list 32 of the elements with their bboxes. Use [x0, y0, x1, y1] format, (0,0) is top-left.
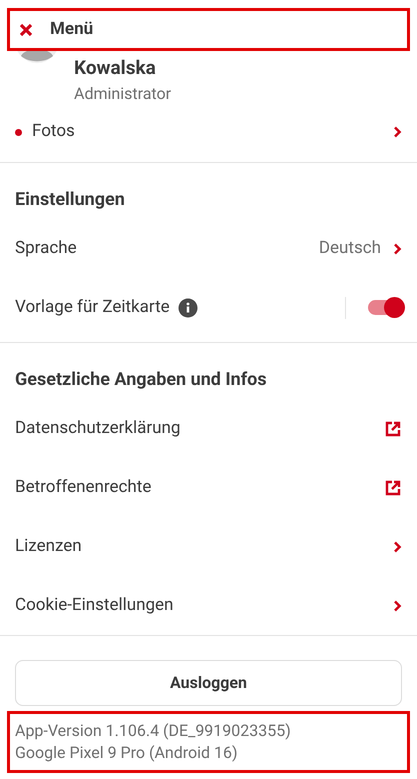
logout-button[interactable]: Ausloggen	[15, 660, 402, 706]
menu-item-label: Lizenzen	[15, 534, 82, 558]
section-heading: Einstellungen	[14, 188, 126, 212]
chevron-right-icon	[393, 600, 402, 612]
user-role: Administrator	[74, 83, 172, 105]
menu-item-label: Betroffenenrechte	[15, 476, 152, 499]
menu-item[interactable]: Datenschutzerklärung	[0, 399, 417, 458]
external-link-icon	[384, 420, 402, 438]
external-link-icon	[384, 478, 402, 496]
chevron-right-icon	[393, 540, 402, 552]
version-text: App-Version 1.106.4 (DE_9919023355)	[15, 720, 292, 742]
menu-item[interactable]: Fotos	[0, 107, 417, 157]
menu-item-value: Deutsch	[318, 236, 381, 260]
menu-item-label: Sprache	[15, 236, 77, 260]
chevron-right-icon	[393, 126, 402, 138]
chevron-right-icon	[393, 242, 402, 254]
menu-item[interactable]: Vorlage für Zeitkarte	[0, 278, 417, 337]
menu-title: Menü	[50, 18, 94, 41]
version-text: Google Pixel 9 Pro (Android 16)	[15, 742, 239, 764]
toggle-switch[interactable]	[368, 300, 402, 315]
avatar-icon	[15, 51, 59, 63]
menu-item-label: Fotos	[32, 120, 75, 144]
section-heading: Gesetzliche Angaben und Infos	[14, 368, 268, 392]
menu-item[interactable]: Lizenzen	[0, 517, 417, 576]
menu-item-label: Cookie-Einstellungen	[15, 594, 174, 617]
menu-item[interactable]: Betroffenenrechte	[0, 458, 417, 517]
menu-item-label: Vorlage für Zeitkarte	[15, 296, 170, 319]
menu-item[interactable]: Sprache Deutsch	[0, 219, 417, 278]
menu-item-label: Datenschutzerklärung	[15, 416, 180, 440]
close-icon[interactable]	[19, 22, 33, 36]
menu-item[interactable]: Cookie-Einstellungen	[0, 576, 417, 635]
user-name: Kowalska	[74, 55, 157, 81]
